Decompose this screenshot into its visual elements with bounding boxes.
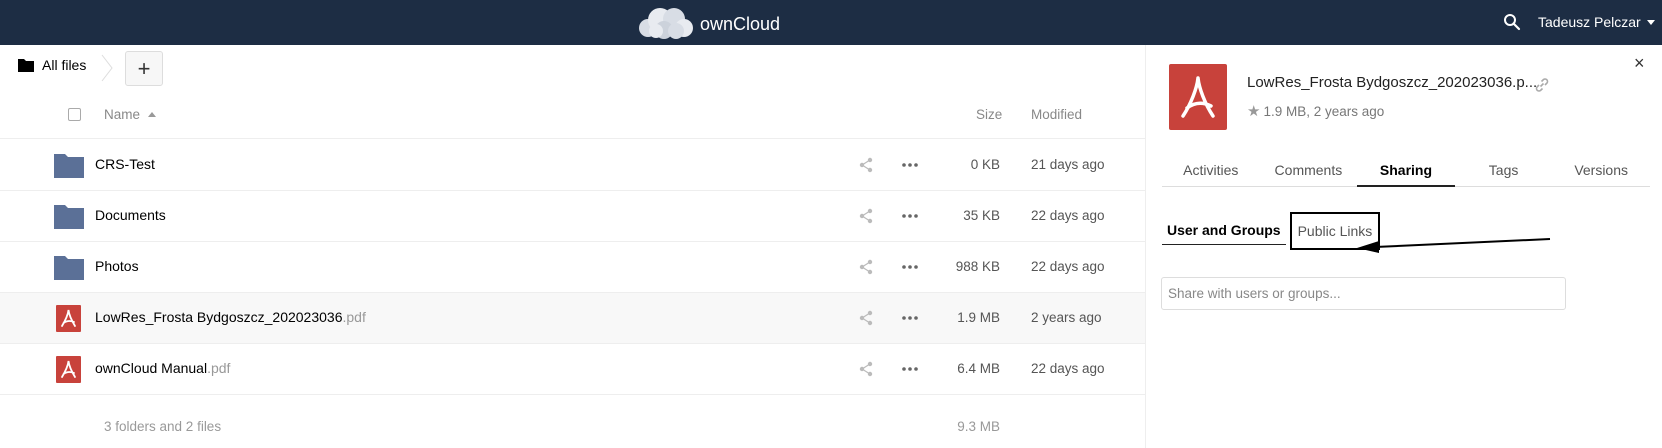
file-modified: 21 days ago xyxy=(1031,157,1105,172)
pdf-file-icon xyxy=(56,356,81,383)
breadcrumb-label: All files xyxy=(42,57,87,73)
sidebar-tabs: Activities Comments Sharing Tags Version… xyxy=(1162,157,1650,187)
folder-icon xyxy=(54,205,84,229)
sort-ascending-icon xyxy=(148,112,157,117)
summary-size: 9.3 MB xyxy=(957,419,1000,434)
file-modified: 22 days ago xyxy=(1031,259,1105,274)
new-file-button[interactable]: + xyxy=(125,51,163,86)
app-name: ownCloud xyxy=(700,13,781,34)
search-icon[interactable] xyxy=(1503,13,1521,31)
file-size: 1.9 MB xyxy=(957,310,1000,325)
file-basename: ownCloud Manual xyxy=(95,360,208,376)
file-basename: CRS-Test xyxy=(95,156,155,172)
table-row[interactable]: CRS-Test 0 KB 21 days ago xyxy=(0,140,1145,191)
top-header: ownCloud Tadeusz Pelczar xyxy=(0,0,1662,45)
file-size: 988 KB xyxy=(955,259,1000,274)
file-modified: 22 days ago xyxy=(1031,208,1105,223)
folder-icon xyxy=(54,154,84,178)
file-size: 35 KB xyxy=(963,208,1000,223)
tab-comments[interactable]: Comments xyxy=(1260,157,1358,186)
close-icon[interactable]: × xyxy=(1634,53,1645,74)
file-table-header: Name Size Modified xyxy=(0,91,1145,139)
file-basename: Photos xyxy=(95,258,139,274)
file-basename: Documents xyxy=(95,207,166,223)
tab-versions[interactable]: Versions xyxy=(1552,157,1650,186)
tab-sharing[interactable]: Sharing xyxy=(1357,157,1455,187)
file-size: 0 KB xyxy=(970,157,1000,172)
sharing-subtabs: User and Groups Public Links xyxy=(1162,212,1381,253)
file-size: 6.4 MB xyxy=(957,361,1000,376)
select-all-checkbox[interactable] xyxy=(68,108,81,121)
breadcrumb-all-files[interactable]: All files xyxy=(18,57,86,73)
table-row[interactable]: Documents 35 KB 22 days ago xyxy=(0,191,1145,242)
file-name[interactable]: CRS-Test xyxy=(95,156,155,172)
share-with-input[interactable] xyxy=(1161,277,1566,310)
tab-activities[interactable]: Activities xyxy=(1162,157,1260,186)
file-extension: .pdf xyxy=(207,360,231,376)
folder-icon xyxy=(54,256,84,280)
owncloud-logo[interactable]: ownCloud xyxy=(634,6,780,40)
annotation-arrow xyxy=(1357,238,1551,253)
summary-text: 3 folders and 2 files xyxy=(104,419,222,434)
file-basename: LowRes_Frosta Bydgoszcz_202023036 xyxy=(95,309,343,325)
more-options-icon[interactable] xyxy=(902,214,918,218)
more-options-icon[interactable] xyxy=(902,316,918,320)
column-name-label: Name xyxy=(104,107,141,122)
more-options-icon[interactable] xyxy=(902,367,918,371)
file-modified: 22 days ago xyxy=(1031,361,1105,376)
column-name[interactable]: Name xyxy=(104,107,157,122)
more-options-icon[interactable] xyxy=(902,163,918,167)
table-row[interactable]: Photos 988 KB 22 days ago xyxy=(0,242,1145,293)
cloud-logo-icon xyxy=(639,8,693,39)
pdf-file-icon xyxy=(1169,64,1227,130)
file-name[interactable]: Documents xyxy=(95,207,166,223)
link-icon[interactable] xyxy=(1534,77,1550,93)
column-size[interactable]: Size xyxy=(976,107,1002,122)
file-name[interactable]: ownCloud Manual.pdf xyxy=(95,360,230,376)
breadcrumb-separator xyxy=(101,54,113,82)
table-row[interactable]: LowRes_Frosta Bydgoszcz_202023036.pdf 1.9… xyxy=(0,293,1145,344)
user-menu[interactable]: Tadeusz Pelczar xyxy=(1538,14,1655,30)
controls-bar: All files + xyxy=(0,45,1145,91)
column-modified[interactable]: Modified xyxy=(1031,107,1082,122)
subtab-user-and-groups[interactable]: User and Groups xyxy=(1162,215,1286,245)
file-name[interactable]: LowRes_Frosta Bydgoszcz_202023036.pdf xyxy=(95,309,366,325)
file-meta-text: 1.9 MB, 2 years ago xyxy=(1263,103,1385,119)
file-modified: 2 years ago xyxy=(1031,310,1102,325)
more-options-icon[interactable] xyxy=(902,265,918,269)
folder-icon xyxy=(18,59,34,72)
sidebar-file-title: LowRes_Frosta Bydgoszcz_202023036.p... xyxy=(1247,74,1538,91)
user-name: Tadeusz Pelczar xyxy=(1538,14,1641,30)
share-icon[interactable] xyxy=(858,259,874,275)
file-extension: .pdf xyxy=(342,309,366,325)
file-name[interactable]: Photos xyxy=(95,258,139,274)
table-row[interactable]: ownCloud Manual.pdf 6.4 MB 22 days ago xyxy=(0,344,1145,395)
caret-down-icon xyxy=(1646,19,1655,25)
share-icon[interactable] xyxy=(858,208,874,224)
star-icon[interactable]: ★ xyxy=(1247,102,1260,120)
share-icon[interactable] xyxy=(858,361,874,377)
share-icon[interactable] xyxy=(858,157,874,173)
pdf-file-icon xyxy=(56,305,81,332)
sidebar-file-meta: ★ 1.9 MB, 2 years ago xyxy=(1247,102,1384,120)
tab-tags[interactable]: Tags xyxy=(1455,157,1553,186)
file-summary: 3 folders and 2 files 9.3 MB xyxy=(0,402,1145,448)
share-icon[interactable] xyxy=(858,310,874,326)
